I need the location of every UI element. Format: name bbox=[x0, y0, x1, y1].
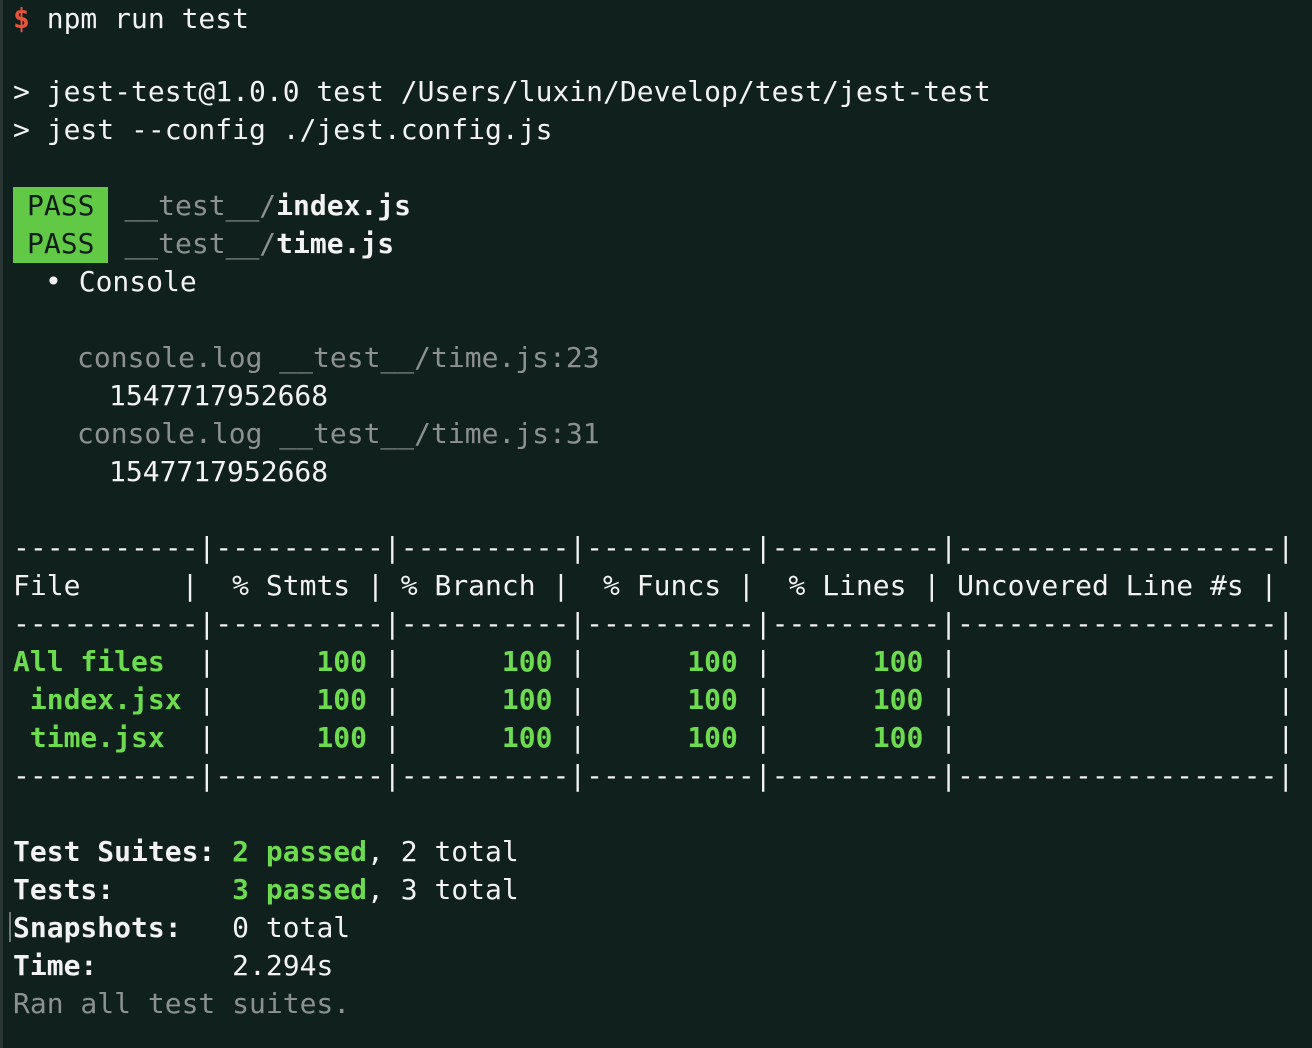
test-result-row: PASS __test__/time.js bbox=[13, 225, 394, 263]
summary-label: Tests: bbox=[13, 873, 115, 906]
coverage-col-branch: % Branch bbox=[400, 569, 536, 602]
coverage-row-branch: 100 bbox=[501, 721, 553, 754]
coverage-row-stmts: 100 bbox=[316, 683, 368, 716]
coverage-row-file: All files bbox=[13, 645, 165, 678]
summary-value: 2.294s bbox=[232, 949, 334, 982]
coverage-col-funcs: % Funcs bbox=[603, 569, 722, 602]
pass-badge: PASS bbox=[13, 187, 109, 225]
script-echo-line: > jest --config ./jest.config.js bbox=[13, 113, 553, 146]
summary-label: Snapshots: bbox=[13, 911, 182, 944]
summary-passed: 3 passed bbox=[232, 873, 368, 906]
coverage-divider: -----------|----------|----------|------… bbox=[13, 607, 1295, 640]
coverage-row-lines: 100 bbox=[872, 721, 924, 754]
console-log-value: 1547717952668 bbox=[109, 379, 329, 412]
coverage-row-file: time.jsx bbox=[13, 721, 165, 754]
coverage-row: index.jsx | 100 | 100 | 100 | 100 | | bbox=[13, 683, 1295, 716]
coverage-row: All files | 100 | 100 | 100 | 100 | | bbox=[13, 645, 1295, 678]
test-file-dir: __test__/ bbox=[124, 227, 277, 260]
coverage-row-lines: 100 bbox=[872, 645, 924, 678]
test-file-name: time.js bbox=[276, 227, 395, 260]
command-line: $ npm run test bbox=[13, 0, 249, 38]
summary-passed: 2 passed bbox=[232, 835, 368, 868]
summary-suites: Test Suites: 2 passed, 2 total bbox=[13, 833, 519, 871]
coverage-row-stmts: 100 bbox=[316, 645, 368, 678]
test-result-row: PASS __test__/index.js bbox=[13, 187, 411, 225]
test-file-name: index.js bbox=[276, 189, 412, 222]
console-log-source: console.log __test__/time.js:23 bbox=[77, 341, 600, 374]
summary-snapshots: Snapshots: 0 total bbox=[13, 909, 350, 947]
console-log-source: console.log __test__/time.js:31 bbox=[77, 417, 600, 450]
terminal-window[interactable]: $ npm run test > jest-test@1.0.0 test /U… bbox=[0, 0, 1312, 1048]
script-echo-line: > jest-test@1.0.0 test /Users/luxin/Deve… bbox=[13, 75, 991, 108]
coverage-row-funcs: 100 bbox=[687, 721, 738, 754]
summary-tests: Tests: 3 passed, 3 total bbox=[13, 871, 519, 909]
summary-footer: Ran all test suites. bbox=[13, 987, 351, 1020]
coverage-row-stmts: 100 bbox=[316, 721, 368, 754]
coverage-row-file: index.jsx bbox=[13, 683, 182, 716]
summary-label: Test Suites: bbox=[13, 835, 216, 868]
text-cursor-mark bbox=[9, 912, 11, 942]
command-text: npm run test bbox=[29, 2, 250, 35]
coverage-divider: -----------|----------|----------|------… bbox=[13, 759, 1295, 792]
summary-total: , 3 total bbox=[367, 873, 519, 906]
summary-time: Time: 2.294s bbox=[13, 947, 333, 985]
pass-badge: PASS bbox=[13, 225, 109, 263]
prompt-symbol: $ bbox=[13, 2, 30, 35]
console-header: • Console bbox=[45, 265, 197, 298]
coverage-col-uncovered: Uncovered Line #s bbox=[957, 569, 1244, 602]
summary-total: , 2 total bbox=[367, 835, 519, 868]
coverage-row: time.jsx | 100 | 100 | 100 | 100 | | bbox=[13, 721, 1295, 754]
coverage-row-lines: 100 bbox=[872, 683, 924, 716]
summary-value: 0 total bbox=[232, 911, 351, 944]
coverage-row-funcs: 100 bbox=[687, 645, 738, 678]
test-file-dir: __test__/ bbox=[124, 189, 277, 222]
coverage-row-funcs: 100 bbox=[687, 683, 738, 716]
console-log-value: 1547717952668 bbox=[109, 455, 329, 488]
coverage-divider: -----------|----------|----------|------… bbox=[13, 531, 1295, 564]
summary-label: Time: bbox=[13, 949, 98, 982]
coverage-header-row: File | % Stmts | % Branch | % Funcs | % … bbox=[13, 569, 1278, 602]
coverage-row-branch: 100 bbox=[501, 683, 553, 716]
coverage-col-lines: % Lines bbox=[788, 569, 907, 602]
coverage-col-file: File bbox=[13, 569, 81, 602]
coverage-row-branch: 100 bbox=[501, 645, 553, 678]
coverage-col-stmts: % Stmts bbox=[232, 569, 351, 602]
